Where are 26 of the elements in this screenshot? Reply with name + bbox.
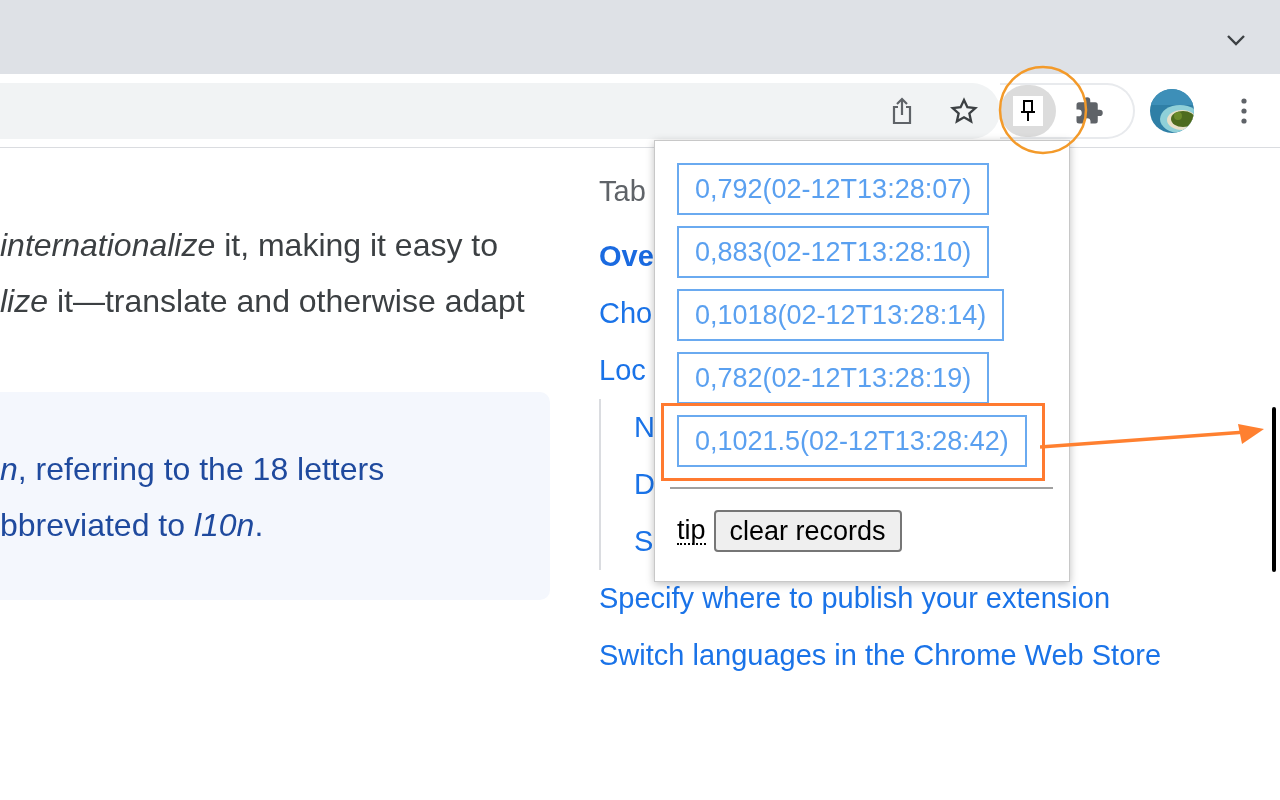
record-button[interactable]: 0,1021.5(02-12T13:28:42) [677, 415, 1027, 467]
record-button[interactable]: 0,792(02-12T13:28:07) [677, 163, 990, 215]
clear-records-button[interactable]: clear records [713, 510, 902, 552]
pin-extension-button[interactable] [1000, 84, 1056, 137]
toc-link[interactable]: Switch languages in the Chrome Web Store [599, 627, 1162, 684]
puzzle-icon[interactable] [1074, 95, 1104, 126]
chevron-down-icon[interactable] [1226, 34, 1246, 46]
toc-link[interactable]: Ove [599, 228, 654, 285]
record-button[interactable]: 0,1018(02-12T13:28:14) [677, 289, 1005, 341]
tip-label[interactable]: tip [677, 517, 706, 545]
toc-title: Tab [599, 174, 646, 209]
more-menu-icon[interactable] [1241, 97, 1247, 124]
record-button[interactable]: 0,782(02-12T13:28:19) [677, 352, 990, 404]
toc-link[interactable]: D [634, 456, 655, 513]
toc-link[interactable]: Cho [599, 285, 653, 342]
toc-link[interactable]: N [634, 399, 655, 456]
paragraph-line: internationalize it, making it easy to [0, 226, 500, 265]
toc-link[interactable]: S [634, 513, 654, 570]
share-icon[interactable] [890, 96, 914, 125]
toc-link[interactable]: Loc [599, 342, 646, 399]
paragraph-line: lize it—translate and otherwise adapt [0, 282, 526, 321]
star-icon[interactable] [950, 96, 978, 125]
pushpin-icon [1013, 95, 1043, 126]
record-button[interactable]: 0,883(02-12T13:28:10) [677, 226, 990, 278]
callout-line: n, referring to the 18 letters [0, 450, 386, 489]
callout-line: bbreviated to l10n. [0, 506, 265, 545]
